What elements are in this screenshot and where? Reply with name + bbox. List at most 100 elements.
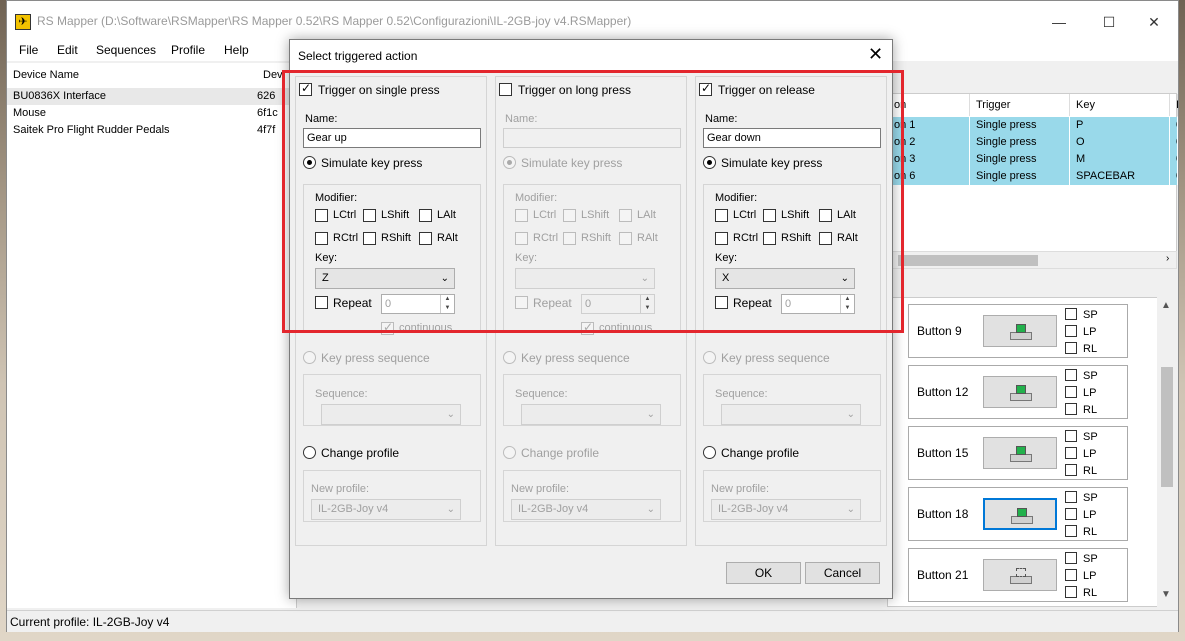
flag-sp[interactable]: SP [1065, 308, 1098, 321]
checkbox-icon[interactable] [1065, 403, 1077, 415]
table-cell: 0 [1170, 134, 1178, 151]
checkbox-icon[interactable] [1065, 464, 1077, 476]
chevron-up-icon[interactable]: ▲ [1161, 300, 1171, 311]
flag-lp[interactable]: LP [1065, 325, 1096, 338]
checkbox-icon[interactable] [1065, 430, 1077, 442]
device-row[interactable]: Mouse 6f1c [7, 105, 297, 122]
column-header-trigger[interactable]: Trigger [970, 94, 1070, 116]
flag-label: RL [1083, 465, 1098, 477]
flag-rl[interactable]: RL [1065, 464, 1097, 477]
flag-rl[interactable]: RL [1065, 525, 1097, 538]
button-card[interactable]: Button 18 SP LP RL [908, 487, 1128, 541]
checkbox-icon[interactable] [1065, 491, 1077, 503]
change-profile-radio[interactable] [703, 446, 716, 459]
checkbox-icon[interactable] [1065, 386, 1077, 398]
ok-button[interactable]: OK [726, 562, 801, 584]
button-card[interactable]: Button 9 SP LP RL [908, 304, 1128, 358]
scrollbar-thumb[interactable] [898, 255, 1038, 266]
highlight-annotation [282, 70, 904, 333]
checkbox-icon[interactable] [1065, 369, 1077, 381]
button-card-label: Button 18 [917, 507, 969, 521]
menu-sequences[interactable]: Sequences [96, 43, 156, 57]
minimize-button[interactable]: — [1036, 9, 1082, 35]
vertical-scrollbar[interactable]: ▲ ▼ [1157, 297, 1177, 607]
flag-sp[interactable]: SP [1065, 430, 1098, 443]
column-header-device-name[interactable]: Device Name [13, 69, 79, 81]
button-state-graphic[interactable] [983, 376, 1057, 408]
flag-rl[interactable]: RL [1065, 403, 1097, 416]
close-button[interactable]: ✕ [1131, 9, 1177, 35]
flag-lp[interactable]: LP [1065, 447, 1096, 460]
flag-rl[interactable]: RL [1065, 586, 1097, 599]
dialog-close-icon[interactable]: ✕ [868, 44, 883, 64]
scrollbar-thumb[interactable] [1161, 367, 1173, 487]
device-list: Device Name Dev BU0836X Interface 626 Mo… [7, 63, 297, 608]
device-row[interactable]: Saitek Pro Flight Rudder Pedals 4f7f [7, 122, 297, 139]
table-row[interactable]: on 1 Single press P 0 [888, 117, 1178, 134]
button-card[interactable]: Button 12 SP LP RL [908, 365, 1128, 419]
menu-edit[interactable]: Edit [57, 43, 78, 57]
key-sequence-radio[interactable] [303, 351, 316, 364]
flag-lp[interactable]: LP [1065, 569, 1096, 582]
sequence-label: Sequence: [315, 388, 368, 400]
checkbox-icon[interactable] [1065, 586, 1077, 598]
table-cell: SPACEBAR [1070, 168, 1170, 185]
flag-rl[interactable]: RL [1065, 342, 1097, 355]
key-sequence-radio[interactable] [703, 351, 716, 364]
button-state-graphic[interactable] [983, 315, 1057, 347]
flag-label: RL [1083, 526, 1098, 538]
flag-label: LP [1083, 326, 1097, 338]
checkbox-icon[interactable] [1065, 525, 1077, 537]
button-card[interactable]: Button 15 SP LP RL [908, 426, 1128, 480]
chevron-down-icon[interactable]: ▼ [1161, 589, 1171, 600]
table-cell: O [1070, 134, 1170, 151]
key-sequence-radio[interactable] [503, 351, 516, 364]
sequence-select[interactable]: ⌄ [521, 404, 661, 425]
button-state-graphic[interactable] [983, 559, 1057, 591]
new-profile-select[interactable]: IL-2GB-Joy v4 ⌄ [711, 499, 861, 520]
checkbox-icon[interactable] [1065, 342, 1077, 354]
column-header-key[interactable]: Key [1070, 94, 1170, 116]
checkbox-icon[interactable] [1065, 447, 1077, 459]
button-card[interactable]: Button 21 SP LP RL [908, 548, 1128, 602]
flag-sp[interactable]: SP [1065, 369, 1098, 382]
checkbox-icon[interactable] [1065, 308, 1077, 320]
checkbox-icon[interactable] [1065, 569, 1077, 581]
flag-label: SP [1083, 553, 1098, 565]
sequence-select[interactable]: ⌄ [321, 404, 461, 425]
flag-sp[interactable]: SP [1065, 491, 1098, 504]
menu-help[interactable]: Help [224, 43, 249, 57]
table-cell: Single press [970, 134, 1070, 151]
chevron-right-icon[interactable]: › [1166, 253, 1169, 264]
column-header-device-id[interactable]: Dev [263, 69, 283, 81]
checkbox-icon[interactable] [1065, 325, 1077, 337]
change-profile-radio[interactable] [503, 446, 516, 459]
maximize-button[interactable]: ☐ [1086, 9, 1132, 35]
horizontal-scrollbar[interactable]: › [887, 251, 1177, 269]
checkbox-icon[interactable] [1065, 508, 1077, 520]
device-row[interactable]: BU0836X Interface 626 [7, 88, 297, 105]
table-row[interactable]: on 6 Single press SPACEBAR 0 [888, 168, 1178, 185]
change-profile-radio[interactable] [303, 446, 316, 459]
checkbox-icon[interactable] [1065, 552, 1077, 564]
column-header-extra[interactable]: I [1170, 94, 1179, 116]
new-profile-select[interactable]: IL-2GB-Joy v4 ⌄ [311, 499, 461, 520]
table-row[interactable]: on 3 Single press M 0 [888, 151, 1178, 168]
flag-lp[interactable]: LP [1065, 386, 1096, 399]
flag-sp[interactable]: SP [1065, 552, 1098, 565]
button-state-graphic[interactable] [983, 437, 1057, 469]
button-card-label: Button 12 [917, 385, 969, 399]
table-row[interactable]: on 2 Single press O 0 [888, 134, 1178, 151]
key-sequence-label: Key press sequence [721, 351, 830, 365]
flag-lp[interactable]: LP [1065, 508, 1096, 521]
button-state-graphic[interactable] [983, 498, 1057, 530]
buttons-panel: Button 9 SP LP RL Button 12 SP LP RL But… [887, 297, 1177, 607]
menu-profile[interactable]: Profile [171, 43, 205, 57]
menu-file[interactable]: File [19, 43, 38, 57]
sequence-select[interactable]: ⌄ [721, 404, 861, 425]
device-name: BU0836X Interface [13, 90, 106, 102]
cancel-button[interactable]: Cancel [805, 562, 880, 584]
dialog-title-bar: Select triggered action ✕ [290, 40, 892, 70]
new-profile-value: IL-2GB-Joy v4 [718, 503, 789, 515]
new-profile-select[interactable]: IL-2GB-Joy v4 ⌄ [511, 499, 661, 520]
